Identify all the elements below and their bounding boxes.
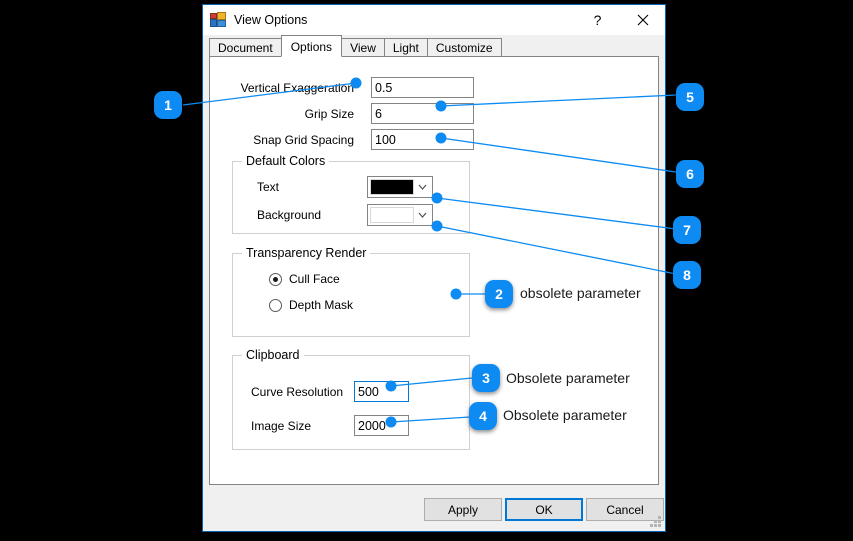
apply-button[interactable]: Apply (424, 498, 502, 521)
annotation-badge-1: 1 (154, 91, 182, 119)
tab-view[interactable]: View (341, 38, 385, 57)
radio-depth-mask[interactable]: Depth Mask (269, 298, 353, 312)
group-clipboard: Clipboard Curve Resolution 500 Image Siz… (232, 348, 470, 450)
input-snap-grid-spacing[interactable]: 100 (371, 129, 474, 150)
input-curve-resolution[interactable]: 500 (354, 381, 409, 402)
group-title-default-colors: Default Colors (242, 154, 330, 168)
ok-button[interactable]: OK (505, 498, 583, 521)
input-grip-size[interactable]: 6 (371, 103, 474, 124)
color-picker-background[interactable] (367, 204, 433, 226)
windows-form-icon (210, 12, 226, 28)
field-background-color: Background (257, 204, 433, 226)
color-picker-text[interactable] (367, 176, 433, 198)
title-bar: View Options ? (203, 5, 665, 35)
group-default-colors: Default Colors Text Background (232, 154, 470, 234)
field-vertical-exaggeration: Vertical Exaggeration 0.5 (226, 77, 486, 98)
help-button[interactable]: ? (575, 6, 620, 35)
options-tab-page: Vertical Exaggeration 0.5 Grip Size 6 Sn… (209, 56, 659, 485)
resize-grip[interactable] (650, 516, 662, 528)
label-curve-resolution: Curve Resolution (251, 384, 344, 399)
tab-customize[interactable]: Customize (426, 38, 502, 57)
label-background-color: Background (257, 208, 322, 222)
window-title: View Options (234, 13, 308, 27)
field-grip-size: Grip Size 6 (226, 103, 486, 124)
group-title-transparency-render: Transparency Render (242, 246, 371, 260)
tab-strip: Document Options View Light Customize (209, 35, 659, 57)
tab-document[interactable]: Document (209, 38, 282, 57)
annotation-badge-5: 5 (676, 83, 704, 111)
input-vertical-exaggeration[interactable]: 0.5 (371, 77, 474, 98)
label-text-color: Text (257, 180, 280, 194)
field-text-color: Text (257, 176, 433, 198)
group-transparency-render: Transparency Render Cull Face Depth Mask (232, 246, 470, 337)
tab-options[interactable]: Options (280, 35, 343, 57)
group-title-clipboard: Clipboard (242, 348, 304, 362)
tab-light[interactable]: Light (383, 38, 428, 57)
field-curve-resolution: Curve Resolution 500 (251, 381, 409, 402)
radio-label-depth-mask: Depth Mask (289, 298, 354, 312)
field-snap-grid-spacing: Snap Grid Spacing 100 (226, 129, 486, 150)
dialog-footer: Apply OK Cancel (203, 485, 665, 531)
radio-label-cull-face: Cull Face (289, 272, 340, 286)
radio-indicator-cull-face (269, 272, 282, 286)
radio-cull-face[interactable]: Cull Face (269, 272, 340, 286)
radio-indicator-depth-mask (269, 298, 282, 312)
annotation-badge-7: 7 (673, 216, 701, 244)
label-vertical-exaggeration: Vertical Exaggeration (240, 80, 354, 95)
field-image-size: Image Size 2000 (251, 415, 409, 436)
label-grip-size: Grip Size (304, 106, 354, 121)
input-image-size[interactable]: 2000 (354, 415, 409, 436)
view-options-dialog: View Options ? Document Options View Lig… (202, 4, 666, 532)
label-image-size: Image Size (251, 418, 312, 433)
annotation-badge-6: 6 (676, 160, 704, 188)
close-icon[interactable] (620, 6, 665, 35)
swatch-text-color (370, 179, 414, 195)
annotation-badge-8: 8 (673, 261, 701, 289)
swatch-background-color (370, 207, 414, 223)
label-snap-grid-spacing: Snap Grid Spacing (253, 132, 354, 147)
chevron-down-icon (414, 184, 430, 190)
chevron-down-icon (414, 212, 430, 218)
